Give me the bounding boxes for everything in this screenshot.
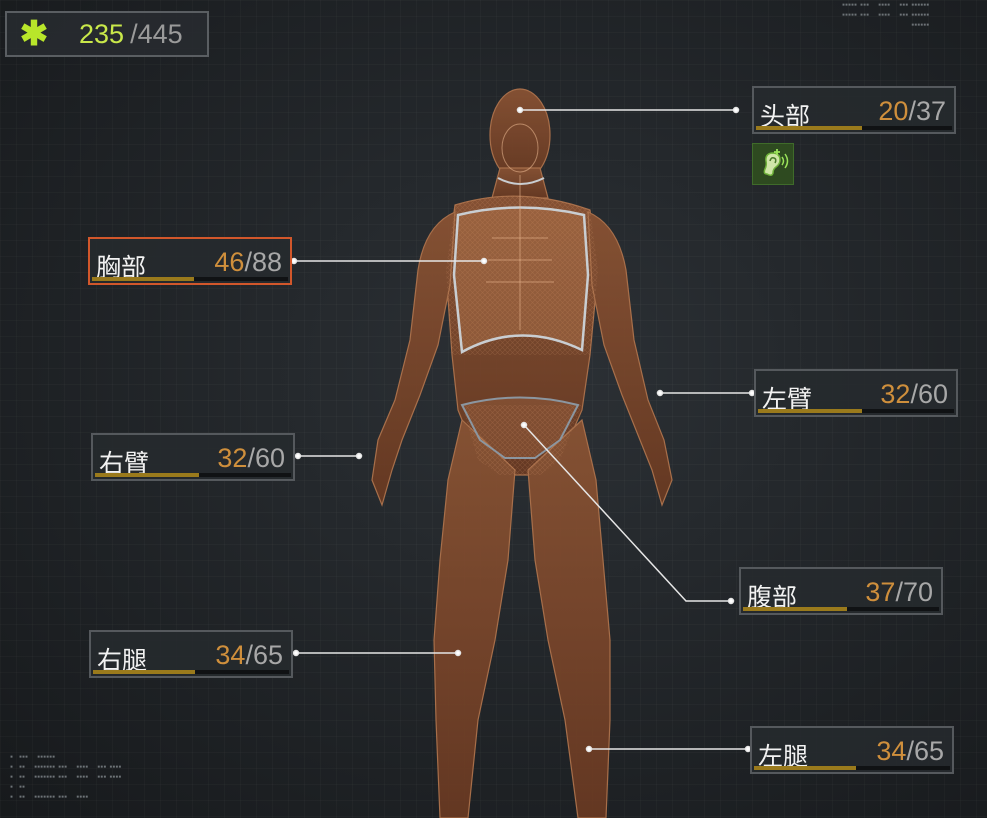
body-part-health: 20/37	[878, 96, 946, 126]
body-part-right-arm[interactable]: 右臂 32/60	[91, 433, 295, 481]
body-part-health: 32/60	[880, 379, 948, 409]
health-bar	[93, 670, 289, 674]
health-bar	[743, 607, 939, 611]
health-bar	[95, 473, 291, 477]
total-health-max: 445	[137, 18, 183, 49]
total-health-current: 235	[79, 18, 125, 49]
body-part-left-arm[interactable]: 左臂 32/60	[754, 369, 958, 417]
body-part-right-leg[interactable]: 右腿 34/65	[89, 630, 293, 678]
head-shape	[489, 88, 551, 182]
body-part-chest[interactable]: 胸部 46/88	[88, 237, 292, 285]
right-leg-shape	[433, 418, 516, 818]
debug-readout-bottom-left: ▪ ▪▪▪ ▪▪▪▪▪▪ ▪ ▪▪ ▪▪▪▪▪▪▪ ▪▪▪ ▪▪▪▪ ▪▪▪ ▪…	[10, 754, 122, 800]
body-part-health: 46/88	[214, 247, 282, 277]
left-leg-shape	[527, 418, 611, 818]
total-health-separator: /	[130, 18, 138, 49]
body-part-health: 37/70	[865, 577, 933, 607]
left-arm-shape	[587, 211, 673, 507]
health-bar	[756, 126, 952, 130]
status-effect-slot[interactable]	[752, 143, 794, 185]
right-arm-shape	[371, 211, 456, 507]
health-bar	[92, 277, 288, 281]
medic-cross-icon: ✱	[19, 15, 49, 53]
total-health-panel: ✱ 235 / 445	[5, 11, 209, 57]
body-part-health: 34/65	[215, 640, 283, 670]
body-part-health: 32/60	[217, 443, 285, 473]
body-part-left-leg[interactable]: 左腿 34/65	[750, 726, 954, 774]
hearing-ear-icon	[763, 149, 789, 177]
body-part-head[interactable]: 头部 20/37	[752, 86, 956, 134]
health-bar	[758, 409, 954, 413]
chest-highlight	[452, 206, 590, 355]
body-part-health: 34/65	[876, 736, 944, 766]
body-part-stomach[interactable]: 腹部 37/70	[739, 567, 943, 615]
debug-readout-top-right: ▪▪▪▪▪ ▪▪▪ ▪▪▪▪ ▪▪▪ ▪▪▪▪▪▪ ▪▪▪▪▪ ▪▪▪ ▪▪▪▪…	[842, 2, 930, 28]
health-bar	[754, 766, 950, 770]
